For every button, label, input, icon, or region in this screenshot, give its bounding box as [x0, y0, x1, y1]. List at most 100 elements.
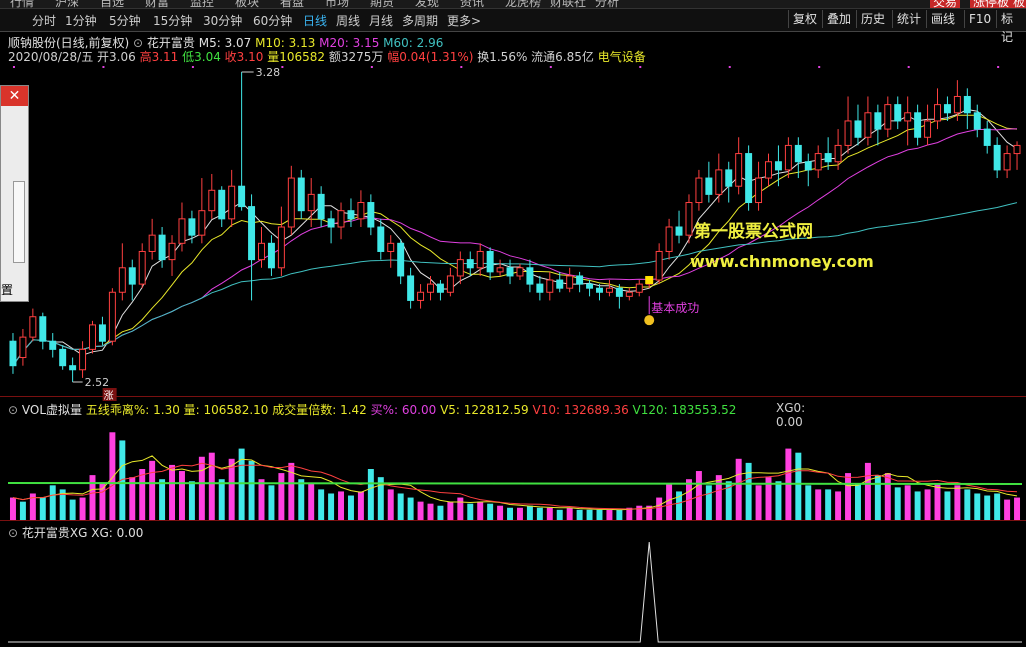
volume-bar: [864, 462, 871, 520]
candle-body: [148, 234, 156, 252]
watermark-url: www.chnmoney.com: [690, 252, 874, 271]
candle-body: [834, 144, 842, 163]
volume-bar: [924, 489, 931, 520]
candle-body: [258, 242, 265, 261]
volume-bar: [586, 509, 593, 520]
candle-body: [466, 259, 474, 269]
volume-bar: [208, 452, 215, 520]
volume-bar: [79, 497, 86, 520]
candle-body: [506, 267, 514, 277]
candle-body: [804, 161, 812, 171]
volume-bar: [457, 497, 464, 520]
volume-bar: [795, 452, 802, 520]
volume-bar: [328, 493, 335, 520]
candle-body: [188, 218, 196, 236]
volume-bar: [198, 456, 205, 520]
volume-bar: [556, 509, 563, 520]
candle-body: [735, 153, 743, 187]
candle-body: [904, 112, 912, 122]
volume-bar: [954, 485, 961, 520]
candle-body: [9, 340, 17, 367]
candle-body: [248, 206, 256, 261]
volume-bar: [546, 507, 553, 520]
watermark-title: 第一股票公式网: [694, 222, 813, 242]
volume-bar: [1014, 497, 1021, 520]
candle-body: [705, 177, 713, 195]
volume-bar: [526, 505, 533, 520]
candle-body: [436, 283, 444, 293]
candle-body: [546, 279, 554, 293]
volume-bar: [805, 485, 812, 520]
candle-body: [695, 177, 703, 204]
candle-body: [267, 242, 275, 269]
candle-body: [685, 202, 693, 236]
volume-bar: [775, 481, 782, 520]
top-marker-dot: [997, 66, 1000, 68]
candle-body: [963, 95, 971, 114]
volume-bar: [914, 491, 921, 520]
floating-dialog[interactable]: ✕ 置: [0, 85, 29, 302]
volume-bar: [169, 464, 176, 520]
volume-bar: [735, 458, 742, 520]
volume-bar: [109, 432, 116, 520]
volume-bar: [755, 485, 762, 520]
volume-bar: [447, 501, 454, 520]
volume-bar: [407, 497, 414, 520]
candle-body: [287, 177, 295, 228]
candle-body: [19, 336, 27, 359]
volume-bar: [437, 505, 444, 520]
volume-bar: [536, 507, 543, 520]
coin-icon: [644, 315, 655, 326]
candle-body: [208, 189, 216, 212]
candle-body: [566, 275, 574, 289]
candle-body: [635, 283, 643, 293]
candle-body: [108, 291, 116, 342]
volume-bar: [427, 503, 434, 520]
volume-bar: [188, 481, 195, 520]
top-marker-dot: [102, 66, 105, 68]
volume-bar: [984, 495, 991, 520]
candle-body: [1013, 144, 1021, 155]
candle-body: [337, 210, 345, 228]
candle-body: [625, 291, 633, 297]
top-marker-dot: [191, 66, 194, 68]
candle-body: [894, 104, 902, 122]
candle-body: [307, 193, 315, 212]
volume-bar: [507, 507, 514, 520]
candle-body: [516, 267, 524, 277]
dialog-scrollbar[interactable]: [13, 181, 25, 263]
volume-bar: [308, 483, 315, 520]
volume-bar: [19, 501, 26, 520]
volume-bar: [994, 493, 1001, 520]
candle-body: [715, 169, 723, 195]
kline-chart[interactable]: 3.28 2.52涨 基本成功: [0, 0, 1026, 647]
candle-body: [814, 153, 822, 171]
candle-body: [586, 283, 594, 289]
volume-bar: [964, 489, 971, 520]
close-icon[interactable]: ✕: [1, 86, 28, 106]
candle-body: [98, 324, 106, 342]
volume-bar: [974, 493, 981, 520]
candle-body: [377, 226, 385, 252]
volume-bar: [516, 507, 523, 520]
ma60-line: [12, 202, 1018, 366]
volume-bar: [656, 497, 663, 520]
volume-bar: [49, 485, 56, 520]
zhang-badge: 涨: [104, 390, 114, 402]
candle-body: [844, 120, 852, 146]
volume-bar: [357, 491, 364, 520]
candle-body: [89, 324, 96, 350]
candle-body: [993, 144, 1001, 171]
volume-bar: [89, 475, 96, 520]
volume-bar: [139, 469, 146, 520]
volume-bar: [69, 499, 76, 520]
v120-line: [7, 482, 1023, 485]
volume-bar: [417, 501, 424, 520]
candle-body: [824, 153, 832, 163]
candle-body: [79, 348, 87, 371]
candle-body: [277, 226, 285, 269]
candle-body: [49, 340, 57, 350]
top-marker-dot: [907, 66, 910, 68]
candle-body: [496, 267, 504, 273]
top-marker-dot: [728, 66, 731, 68]
